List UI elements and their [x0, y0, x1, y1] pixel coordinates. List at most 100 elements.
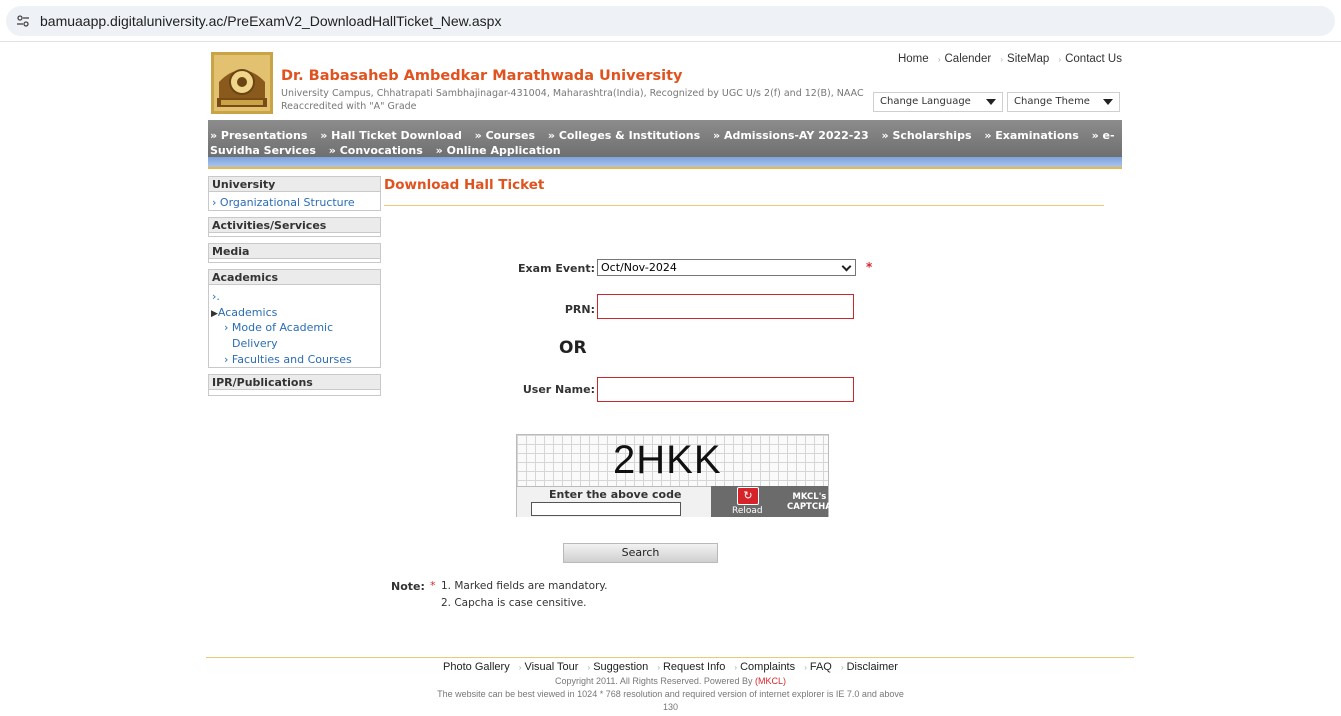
sidebar-item-mode-of-delivery[interactable]: › Mode of Academic: [224, 321, 333, 334]
visitor-counter: 130: [662, 702, 679, 712]
note-label: Note:: [391, 580, 425, 593]
separator-icon: ›: [587, 663, 591, 672]
menu-colleges[interactable]: » Colleges & Institutions: [548, 129, 700, 142]
sidebar-item-label: Faculties and Courses: [231, 353, 352, 366]
browser-address-bar: bamuaapp.digitaluniversity.ac/PreExamV2_…: [0, 0, 1341, 42]
captcha-image: 2HKK: [517, 435, 828, 486]
top-link-home[interactable]: Home: [898, 53, 929, 65]
separator-icon: ›: [734, 663, 738, 672]
captcha-brand-line1: MKCL's: [792, 492, 827, 502]
url-field[interactable]: bamuaapp.digitaluniversity.ac/PreExamV2_…: [6, 6, 1335, 36]
menu-scholarships[interactable]: » Scholarships: [882, 129, 972, 142]
separator-icon: ›: [1058, 55, 1062, 64]
footer-links: Photo Gallery › Visual Tour › Suggestion ›…: [0, 661, 1341, 673]
change-language-label: Change Language: [880, 96, 971, 107]
separator-icon: ›: [1000, 55, 1004, 64]
exam-event-select[interactable]: Oct/Nov-2024: [597, 259, 856, 276]
title-divider: [384, 205, 1104, 206]
chevron-right-icon: ›: [212, 196, 217, 209]
sidebar-item-mode-of-delivery-cont[interactable]: Delivery: [232, 337, 278, 350]
copyright-text: Copyright 2011. All Rights Reserved. Pow…: [555, 676, 753, 686]
sidebar-item-label: Mode of Academic: [231, 321, 334, 334]
dropdown-arrow-icon: [986, 99, 996, 105]
change-language-select[interactable]: Change Language: [873, 92, 1003, 112]
top-link-calender[interactable]: Calender: [945, 53, 992, 65]
sidebar-item-academics[interactable]: ▶Academics: [211, 306, 277, 319]
sidebar-header-university[interactable]: University: [208, 176, 381, 192]
footer-link-disclaimer[interactable]: Disclaimer: [847, 661, 898, 673]
note-line-2: 2. Capcha is case censitive.: [441, 597, 587, 609]
exam-event-label: Exam Event:: [518, 262, 595, 275]
chevron-right-icon: ›: [224, 321, 229, 334]
sidebar-header-media[interactable]: Media: [208, 243, 381, 259]
search-button[interactable]: Search: [563, 543, 718, 563]
sidebar-header-activities[interactable]: Activities/Services: [208, 217, 381, 233]
footer-link-complaints[interactable]: Complaints: [740, 661, 795, 673]
captcha-code: 2HKK: [613, 438, 722, 482]
triangle-right-icon: ▶: [211, 309, 218, 319]
sidebar-header-ipr[interactable]: IPR/Publications: [208, 374, 381, 390]
menu-admissions[interactable]: » Admissions-AY 2022-23: [713, 129, 869, 142]
sidebar-item-dot[interactable]: ›.: [212, 290, 220, 303]
footer-link-request-info[interactable]: Request Info: [663, 661, 725, 673]
sidebar-section-media: [208, 259, 381, 263]
prn-input[interactable]: [597, 294, 854, 319]
footer-link-photo-gallery[interactable]: Photo Gallery: [443, 661, 510, 673]
captcha-brand-line2: CAPTCHA: [787, 502, 832, 512]
separator-icon: ›: [840, 663, 844, 672]
main-menu: » Presentations » Hall Ticket Download »…: [208, 120, 1122, 157]
menu-convocations[interactable]: » Convocations: [329, 144, 423, 157]
sidebar-header-academics[interactable]: Academics: [208, 269, 381, 285]
sidebar-item-label: Academics: [217, 306, 278, 319]
sidebar-section-activities: [208, 233, 381, 237]
sidebar-section-ipr: [208, 390, 381, 396]
separator-icon: ›: [657, 663, 660, 672]
change-theme-label: Change Theme: [1014, 96, 1090, 107]
menu-presentations[interactable]: » Presentations: [210, 129, 307, 142]
required-marker: *: [866, 260, 873, 274]
captcha-brand: MKCL's CAPTCHA: [787, 492, 832, 512]
footer-resolution-note: The website can be best viewed in 1024 *…: [437, 689, 904, 699]
username-input[interactable]: [597, 377, 854, 402]
captcha-input[interactable]: [531, 502, 681, 516]
change-theme-select[interactable]: Change Theme: [1007, 92, 1120, 112]
sidebar-item-label: .: [216, 290, 220, 303]
university-logo: [211, 52, 273, 114]
username-label: User Name:: [522, 383, 595, 396]
refresh-icon: ↻: [743, 489, 753, 502]
top-link-sitemap[interactable]: SiteMap: [1007, 53, 1049, 65]
reload-label[interactable]: Reload: [732, 506, 763, 516]
reload-captcha-button[interactable]: ↻: [737, 487, 759, 505]
university-address: University Campus, Chhatrapati Sambhajin…: [281, 88, 864, 112]
sidebar-item-faculties[interactable]: › Faculties and Courses: [224, 353, 352, 366]
menu-courses[interactable]: » Courses: [475, 129, 535, 142]
page-title: Download Hall Ticket: [384, 177, 545, 193]
exam-event-value: Oct/Nov-2024: [601, 261, 677, 274]
captcha-prompt: Enter the above code: [549, 488, 682, 501]
top-link-contact[interactable]: Contact Us: [1065, 53, 1122, 65]
menu-hall-ticket-download[interactable]: » Hall Ticket Download: [320, 129, 462, 142]
menu-examinations[interactable]: » Examinations: [984, 129, 1078, 142]
note-line-1: 1. Marked fields are mandatory.: [441, 580, 608, 592]
note-required-marker: *: [430, 579, 436, 592]
mkcl-link[interactable]: (MKCL): [755, 676, 786, 686]
separator-icon: ›: [518, 663, 522, 672]
menu-decor-strip: [208, 157, 1122, 169]
dropdown-arrow-icon: [1103, 99, 1113, 105]
top-links: Home › Calender › SiteMap › Contact Us: [870, 53, 1122, 65]
site-info-icon[interactable]: [16, 14, 30, 28]
sidebar-item-org-structure[interactable]: › Organizational Structure: [212, 196, 355, 209]
footer-copyright: Copyright 2011. All Rights Reserved. Pow…: [0, 676, 1341, 686]
chevron-down-icon: [841, 261, 852, 272]
chevron-right-icon: ›: [224, 353, 229, 366]
university-name[interactable]: Dr. Babasaheb Ambedkar Marathwada Univer…: [281, 68, 683, 84]
sidebar-item-label: Organizational Structure: [219, 196, 355, 209]
menu-online-application[interactable]: » Online Application: [436, 144, 561, 157]
footer-link-suggestion[interactable]: Suggestion: [593, 661, 648, 673]
footer-divider: [206, 657, 1134, 658]
separator-icon: ›: [937, 55, 941, 64]
footer-link-faq[interactable]: FAQ: [810, 661, 832, 673]
prn-label: PRN:: [564, 303, 595, 316]
footer-link-visual-tour[interactable]: Visual Tour: [524, 661, 578, 673]
separator-icon: ›: [804, 663, 807, 672]
